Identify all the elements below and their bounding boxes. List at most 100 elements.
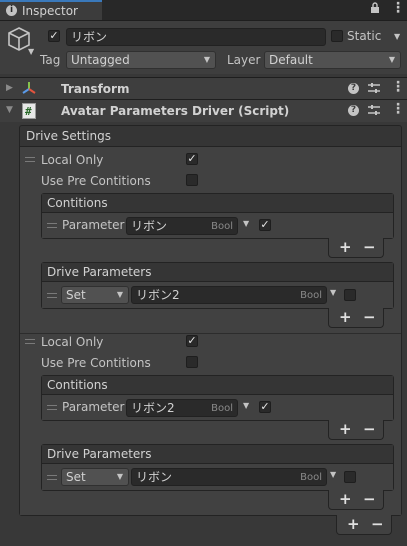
remove-drive-parameter-button[interactable]: −	[363, 492, 376, 507]
drive-parameters-header: Drive Parameters	[42, 445, 393, 464]
remove-element-button[interactable]: −	[371, 517, 384, 532]
info-icon: i	[6, 5, 17, 16]
menu-icon[interactable]: ⋮	[391, 0, 405, 16]
drive-parameters-label: Drive Parameters	[47, 447, 152, 461]
drag-handle[interactable]	[47, 223, 57, 228]
drive-value-checkbox[interactable]	[344, 289, 356, 301]
drag-handle[interactable]	[47, 405, 57, 410]
local-only-label: Local Only	[41, 335, 104, 349]
fold-arrow-icon[interactable]: ▶	[6, 83, 13, 93]
drive-parameters-body: Set ▼ リボン Bool ▼	[42, 464, 393, 490]
add-element-button[interactable]: +	[347, 517, 360, 532]
conditions-body: Parameter リボン Bool ▼ ✓	[42, 213, 393, 238]
help-icon[interactable]: ?	[348, 83, 359, 94]
help-icon[interactable]: ?	[348, 105, 359, 116]
type-label: Bool	[211, 221, 233, 232]
conditions-footer: + −	[328, 420, 384, 440]
add-drive-parameter-button[interactable]: +	[339, 492, 352, 507]
tab-label: Inspector	[22, 4, 78, 18]
drive-value-checkbox[interactable]	[344, 471, 356, 483]
drive-mode-dropdown[interactable]: Set ▼	[61, 286, 129, 304]
drive-parameter-field[interactable]: リボン Bool	[131, 468, 327, 486]
local-only-checkbox[interactable]: ✓	[186, 335, 198, 347]
type-label: Bool	[211, 403, 233, 414]
chevron-down-icon[interactable]: ▼	[28, 47, 34, 56]
local-only-label: Local Only	[41, 153, 104, 167]
conditions-label: Contitions	[47, 196, 108, 210]
type-label: Bool	[300, 472, 322, 483]
svg-text:#: #	[25, 105, 32, 118]
conditions-label: Contitions	[47, 378, 108, 392]
tab-bar: i Inspector ⋮	[0, 0, 407, 21]
drive-parameters-footer: + −	[328, 308, 384, 328]
drag-handle[interactable]	[25, 157, 35, 162]
active-checkbox[interactable]: ✓	[48, 30, 60, 42]
drive-settings-footer: + −	[336, 515, 392, 535]
drive-parameters-list: Drive Parameters Set ▼ リボン Bool ▼	[41, 444, 394, 491]
kebab-icon[interactable]: ⋮	[391, 79, 405, 95]
kebab-icon[interactable]: ⋮	[391, 101, 405, 117]
use-pre-conditions-checkbox[interactable]	[186, 174, 198, 186]
layer-dropdown[interactable]: Default ▼	[264, 51, 401, 69]
parameter-field[interactable]: リボン Bool	[126, 217, 238, 235]
use-pre-conditions-checkbox[interactable]	[186, 356, 198, 368]
script-icon: #	[22, 103, 36, 122]
remove-condition-button[interactable]: −	[363, 422, 376, 437]
drive-parameters-header: Drive Parameters	[42, 263, 393, 282]
add-condition-button[interactable]: +	[339, 422, 352, 437]
drive-parameter-dropdown-icon[interactable]: ▼	[330, 470, 336, 479]
remove-condition-button[interactable]: −	[363, 240, 376, 255]
use-pre-conditions-label: Use Pre Contitions	[41, 174, 151, 188]
static-label: Static	[347, 29, 382, 43]
drive-parameters-list: Drive Parameters Set ▼ リボン2 Bool ▼	[41, 262, 394, 309]
parameter-label: Parameter	[62, 218, 125, 232]
parameter-field[interactable]: リボン2 Bool	[126, 399, 238, 417]
type-label: Bool	[300, 290, 322, 301]
drive-parameter-dropdown-icon[interactable]: ▼	[330, 288, 336, 297]
remove-drive-parameter-button[interactable]: −	[363, 310, 376, 325]
condition-value-checkbox[interactable]: ✓	[259, 401, 271, 413]
drag-handle[interactable]	[47, 475, 57, 480]
conditions-header: Contitions	[42, 376, 393, 395]
transform-icon	[21, 80, 37, 99]
drive-parameters-footer: + −	[328, 490, 384, 510]
element-divider	[20, 333, 401, 334]
tag-dropdown[interactable]: Untagged ▼	[66, 51, 216, 69]
object-name-field[interactable]: リボン	[66, 28, 326, 46]
presets-icon[interactable]	[368, 82, 380, 97]
static-checkbox[interactable]	[331, 30, 343, 42]
local-only-checkbox[interactable]: ✓	[186, 153, 198, 165]
add-drive-parameter-button[interactable]: +	[339, 310, 352, 325]
drive-settings-label: Drive Settings	[26, 129, 112, 143]
tag-label: Tag	[40, 53, 61, 67]
tab-inspector[interactable]: i Inspector	[0, 0, 102, 20]
conditions-list: Contitions Parameter リボン Bool ▼ ✓	[41, 193, 394, 239]
conditions-list: Contitions Parameter リボン2 Bool ▼ ✓	[41, 375, 394, 421]
drive-mode-dropdown[interactable]: Set ▼	[61, 468, 129, 486]
layer-label: Layer	[227, 53, 261, 67]
drive-parameters-label: Drive Parameters	[47, 265, 152, 279]
parameter-dropdown-icon[interactable]: ▼	[243, 219, 249, 228]
condition-value-checkbox[interactable]: ✓	[259, 219, 271, 231]
script-title: Avatar Parameters Driver (Script)	[61, 104, 290, 118]
drive-parameter-field[interactable]: リボン2 Bool	[131, 286, 327, 304]
fold-arrow-icon[interactable]: ▼	[6, 105, 13, 115]
use-pre-conditions-label: Use Pre Contitions	[41, 356, 151, 370]
parameter-dropdown-icon[interactable]: ▼	[243, 401, 249, 410]
static-dropdown-icon[interactable]: ▼	[394, 32, 400, 41]
drag-handle[interactable]	[47, 293, 57, 298]
conditions-footer: + −	[328, 238, 384, 258]
drive-parameters-body: Set ▼ リボン2 Bool ▼	[42, 282, 393, 308]
transform-title: Transform	[61, 82, 130, 96]
conditions-header: Contitions	[42, 194, 393, 213]
script-component-header[interactable]: ▼ # Avatar Parameters Driver (Script) ? …	[0, 99, 407, 122]
drag-handle[interactable]	[25, 339, 35, 344]
object-header: ▼ ✓ リボン Static ▼ Tag Untagged ▼ Layer Def…	[0, 21, 407, 74]
transform-component-header[interactable]: ▶ Transform ? ⋮	[0, 77, 407, 100]
conditions-body: Parameter リボン2 Bool ▼ ✓	[42, 395, 393, 420]
drive-settings-header: Drive Settings	[20, 126, 401, 147]
lock-icon[interactable]	[370, 2, 380, 17]
add-condition-button[interactable]: +	[339, 240, 352, 255]
parameter-label: Parameter	[62, 400, 125, 414]
presets-icon[interactable]	[368, 104, 380, 119]
